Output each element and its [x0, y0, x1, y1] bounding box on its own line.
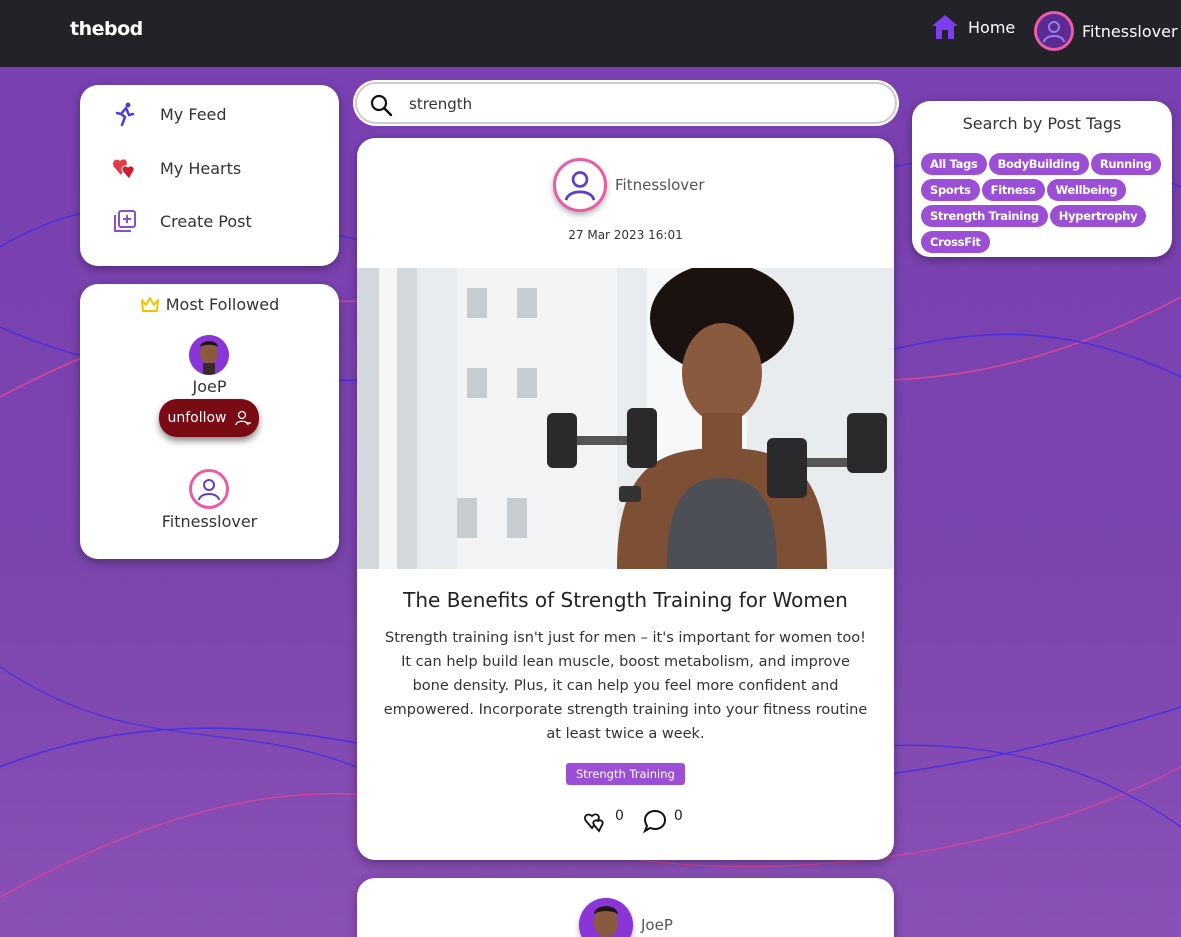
- user-icon: [1043, 21, 1065, 43]
- post-author-name: JoeP: [641, 916, 673, 934]
- sidebar-item-label: My Hearts: [160, 158, 242, 178]
- most-followed-title: Most Followed: [165, 295, 280, 314]
- tags-list: All Tags BodyBuilding Running Sports Fit…: [921, 153, 1166, 253]
- search-icon[interactable]: [369, 93, 393, 117]
- tags-panel: Search by Post Tags All Tags BodyBuildin…: [912, 101, 1172, 257]
- post-image: [357, 268, 894, 569]
- post-body: Strength training isn't just for men – i…: [383, 630, 868, 742]
- tag-fitness[interactable]: Fitness: [981, 179, 1045, 201]
- user-icon: [198, 479, 220, 501]
- sidebar-item-label: My Feed: [160, 104, 227, 124]
- tag-all-tags[interactable]: All Tags: [921, 153, 987, 175]
- brand-logo[interactable]: thebod: [70, 18, 143, 40]
- user-photo-icon: [189, 335, 229, 375]
- post-title: The Benefits of Strength Training for Wo…: [403, 588, 848, 612]
- user-avatar: [1034, 11, 1074, 51]
- tag-strength-training[interactable]: Strength Training: [921, 205, 1048, 227]
- nav-home-label: Home: [968, 17, 1016, 37]
- tag-hypertrophy[interactable]: Hypertrophy: [1049, 205, 1147, 227]
- post-date: 27 Mar 2023 16:01: [568, 228, 683, 242]
- followed-user-name[interactable]: Fitnesslover: [80, 512, 339, 531]
- nav-home-link[interactable]: Home: [930, 13, 1015, 41]
- runner-icon: [115, 102, 135, 127]
- nav-profile-label: Fitnesslover: [1082, 21, 1178, 41]
- post-card: JoeP: [357, 878, 894, 937]
- tags-panel-title: Search by Post Tags: [962, 114, 1122, 133]
- post-actions: 0 0: [583, 808, 683, 834]
- avatar: [553, 158, 607, 212]
- post-card: Fitnesslover 27 Mar 2023 16:01 The Benef…: [357, 138, 894, 860]
- search-input[interactable]: [409, 93, 879, 115]
- top-navbar: thebod Home Fitnesslover: [0, 0, 1181, 67]
- post-author-name: Fitnesslover: [615, 176, 705, 194]
- user-photo-icon: [579, 898, 633, 937]
- tag-running[interactable]: Running: [1090, 153, 1161, 175]
- hearts-icon: [112, 159, 135, 180]
- post-tag[interactable]: Strength Training: [566, 763, 685, 785]
- avatar[interactable]: [189, 335, 229, 375]
- avatar: [579, 898, 633, 937]
- unfollow-label: unfollow: [167, 410, 227, 426]
- sidebar-menu: My Feed My Hearts Create Post: [80, 85, 339, 266]
- remove-user-icon: [234, 410, 251, 426]
- unfollow-button[interactable]: unfollow: [159, 399, 259, 437]
- crown-icon: [140, 296, 159, 312]
- comment-count: 0: [673, 808, 683, 824]
- comment-icon[interactable]: [642, 808, 668, 834]
- most-followed-panel: Most Followed JoeP unfollow Fitnesslover: [80, 284, 339, 559]
- avatar[interactable]: [189, 469, 229, 509]
- user-icon: [564, 171, 596, 201]
- sidebar-item-label: Create Post: [160, 211, 252, 231]
- post-author[interactable]: Fitnesslover: [553, 158, 705, 212]
- nav-profile-link[interactable]: Fitnesslover: [1034, 11, 1178, 51]
- tag-wellbeing[interactable]: Wellbeing: [1046, 179, 1127, 201]
- heart-icon[interactable]: [583, 808, 609, 834]
- tag-sports[interactable]: Sports: [921, 179, 980, 201]
- post-author[interactable]: JoeP: [579, 898, 673, 937]
- tag-crossfit[interactable]: CrossFit: [921, 231, 990, 253]
- sidebar-item-my-feed[interactable]: My Feed: [112, 101, 227, 127]
- add-post-icon: [114, 210, 136, 232]
- sidebar-item-create-post[interactable]: Create Post: [112, 208, 252, 234]
- tag-bodybuilding[interactable]: BodyBuilding: [988, 153, 1089, 175]
- heart-count: 0: [615, 808, 624, 824]
- search-bar: [355, 82, 897, 124]
- most-followed-header: Most Followed: [80, 295, 339, 314]
- followed-user-name[interactable]: JoeP: [80, 377, 339, 396]
- home-icon: [932, 15, 958, 39]
- sidebar-item-my-hearts[interactable]: My Hearts: [112, 155, 241, 181]
